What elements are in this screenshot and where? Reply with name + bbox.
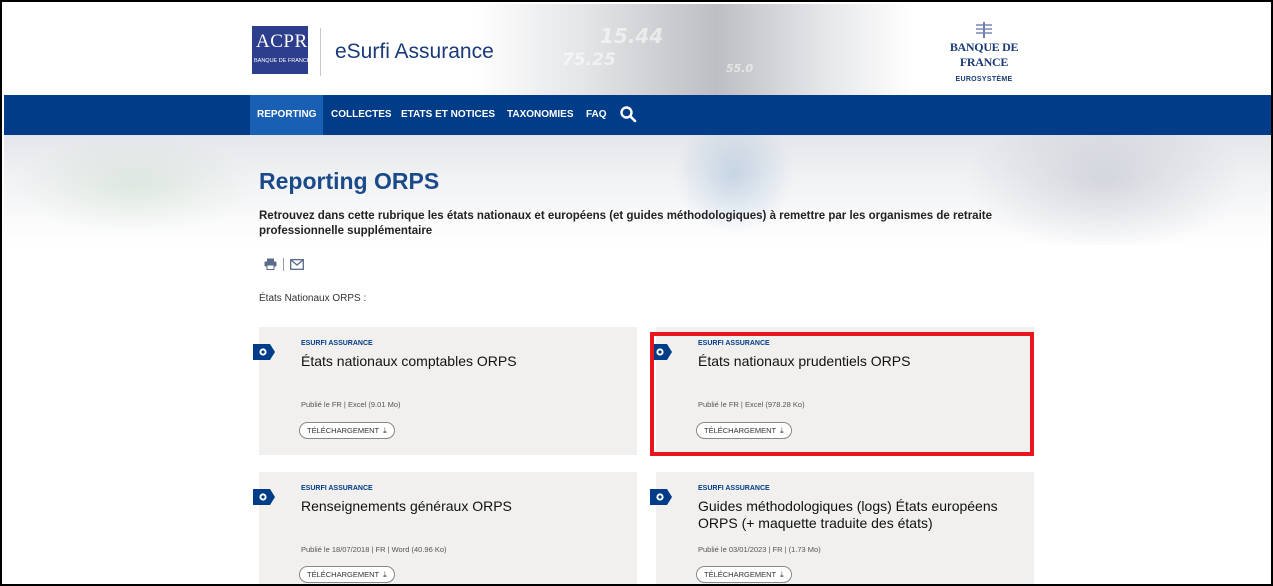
bdf-badge-icon [253, 344, 275, 360]
mail-icon[interactable] [290, 258, 304, 270]
bdf-badge-icon [253, 489, 275, 505]
page-frame: 15.44 75.25 55.0 ACPR BANQUE DE FRANCE e… [0, 0, 1273, 586]
document-card[interactable]: ESURFI ASSURANCE Renseignements généraux… [253, 472, 637, 584]
download-icon: ⤓ [780, 570, 784, 579]
acpr-logo[interactable]: ACPR BANQUE DE FRANCE [252, 26, 311, 74]
nav-item-taxonomies[interactable]: TAXONOMIES [500, 95, 580, 135]
photo-number: 55.0 [726, 62, 754, 75]
download-label: TÉLÉCHARGEMENT [307, 426, 380, 435]
download-label: TÉLÉCHARGEMENT [307, 570, 380, 579]
photo-number: 75.25 [562, 50, 616, 70]
card-kicker: ESURFI ASSURANCE [301, 340, 373, 347]
card-meta: Publié le 18/07/2018 | FR | Word (40.96 … [301, 545, 447, 554]
nav-item-collectes[interactable]: COLLECTES [324, 95, 399, 135]
card-kicker: ESURFI ASSURANCE [698, 485, 770, 492]
card-title[interactable]: Guides méthodologiques (logs) États euro… [698, 498, 1028, 532]
acpr-logo-subtext: BANQUE DE FRANCE [254, 58, 311, 64]
card-kicker: ESURFI ASSURANCE [301, 485, 373, 492]
download-label: TÉLÉCHARGEMENT [704, 570, 777, 579]
download-button[interactable]: TÉLÉCHARGEMENT ⤓ [299, 566, 395, 583]
logo-divider [320, 28, 321, 76]
header-photo: 15.44 75.25 55.0 [474, 4, 914, 95]
download-icon: ⤓ [383, 426, 387, 435]
banque-de-france-logo[interactable]: BANQUE DE FRANCE EUROSYSTÈME [928, 22, 1040, 83]
nav-item-etats-et-notices[interactable]: ETATS ET NOTICES [394, 95, 502, 135]
card-title[interactable]: États nationaux comptables ORPS [301, 353, 631, 370]
section-label: États Nationaux ORPS : [259, 293, 367, 304]
card-meta: Publié le 03/01/2023 | FR | (1.73 Mo) [698, 545, 821, 554]
site-header: 15.44 75.25 55.0 ACPR BANQUE DE FRANCE e… [4, 4, 1271, 95]
bdf-emblem-icon [976, 22, 992, 38]
download-icon: ⤓ [383, 570, 387, 579]
site-title[interactable]: eSurfi Assurance [335, 40, 494, 64]
page-title: Reporting ORPS [259, 168, 440, 194]
acpr-logo-text: ACPR [256, 31, 308, 52]
photo-number: 15.44 [600, 24, 664, 48]
print-icon[interactable] [264, 258, 277, 270]
main-nav: REPORTING COLLECTES ETATS ET NOTICES TAX… [4, 95, 1271, 135]
bdf-name: BANQUE DE FRANCE [949, 40, 1019, 69]
highlight-box [650, 332, 1034, 456]
card-title[interactable]: Renseignements généraux ORPS [301, 498, 631, 515]
document-card[interactable]: ESURFI ASSURANCE Guides méthodologiques … [650, 472, 1034, 584]
search-icon[interactable] [619, 105, 637, 123]
tool-divider [283, 257, 284, 271]
page-tools [264, 257, 304, 271]
bdf-badge-icon [650, 489, 672, 505]
nav-item-reporting[interactable]: REPORTING [250, 95, 324, 135]
download-button[interactable]: TÉLÉCHARGEMENT ⤓ [299, 422, 395, 439]
document-card[interactable]: ESURFI ASSURANCE États nationaux comptab… [253, 327, 637, 455]
nav-item-faq[interactable]: FAQ [579, 95, 614, 135]
bdf-eurosysteme: EUROSYSTÈME [955, 76, 1013, 83]
card-meta: Publié le FR | Excel (9.01 Mo) [301, 400, 401, 409]
hero-decoration [14, 135, 254, 235]
download-button[interactable]: TÉLÉCHARGEMENT ⤓ [696, 566, 792, 583]
page-description: Retrouvez dans cette rubrique les états … [259, 210, 993, 237]
